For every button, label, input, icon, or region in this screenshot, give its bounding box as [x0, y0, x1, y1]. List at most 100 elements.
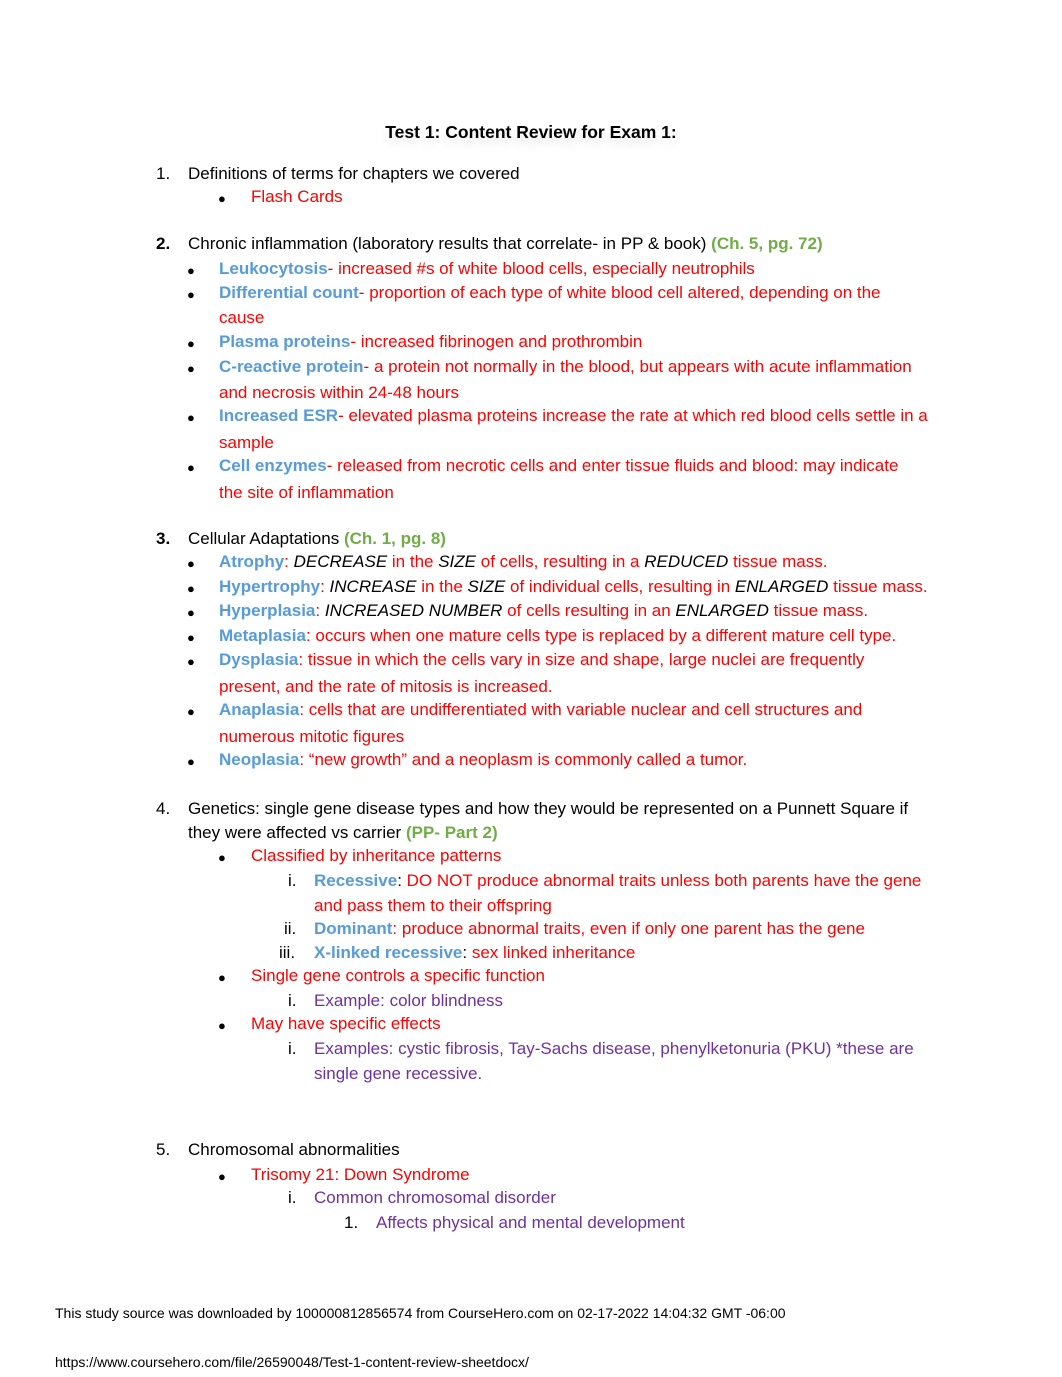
definition: proportion of each type of white blood c… — [369, 283, 881, 302]
section-number: 2. — [156, 234, 171, 253]
emphasis: INCREASED NUMBER — [324, 601, 503, 620]
text-run: tissue mass. — [728, 552, 828, 571]
definition: sex linked inheritance — [471, 943, 636, 962]
text-run: in the — [387, 552, 439, 571]
term: C-reactive protein — [219, 357, 364, 376]
example-item-continued: single gene recessive. — [314, 1064, 483, 1083]
definition: occurs when one mature cells type is rep… — [315, 626, 897, 645]
text-run: tissue mass. — [828, 577, 928, 596]
list-item: Trisomy 21: Down Syndrome — [251, 1165, 470, 1184]
section-heading-line: Cellular Adaptations (Ch. 1, pg. 8) — [188, 527, 446, 550]
list-item: Flash Cards — [251, 187, 343, 206]
definition-continued: cause — [219, 308, 265, 327]
bullet-icon: ● — [187, 460, 195, 475]
section-heading: Definitions of terms for chapters we cov… — [188, 164, 520, 183]
separator: - — [326, 456, 333, 475]
list-item: Atrophy: DECREASE in the SIZE of cells, … — [219, 550, 827, 573]
section-number: 1. — [156, 164, 171, 183]
definition: increased fibrinogen and prothrombin — [360, 332, 643, 351]
section-heading: Chronic inflammation (laboratory results… — [188, 234, 707, 253]
separator: - — [338, 406, 344, 425]
section-number: 3. — [156, 529, 171, 548]
section-heading-continued: they were affected vs carrier — [188, 823, 402, 842]
section-heading: Chromosomal abnormalities — [188, 1140, 400, 1159]
emphasis: REDUCED — [644, 552, 729, 571]
list-item: Hypertrophy: INCREASE in the SIZE of ind… — [219, 575, 928, 598]
example-item: Example: color blindness — [314, 991, 503, 1010]
section-heading: Genetics: single gene disease types and … — [188, 799, 909, 818]
sub-sub-item: Affects physical and mental development — [376, 1213, 685, 1232]
bullet-icon: ● — [187, 287, 195, 302]
text-run: in the — [421, 577, 468, 596]
section-number: 4. — [156, 799, 171, 818]
roman-marker: ii. — [284, 919, 297, 938]
page-title: Test 1: Content Review for Exam 1: — [385, 122, 677, 142]
separator: : — [299, 750, 305, 769]
chapter-reference: (Ch. 5, pg. 72) — [711, 234, 823, 253]
term: Plasma proteins — [219, 332, 351, 351]
sub-item: Common chromosomal disorder — [314, 1188, 556, 1207]
text-run: tissue mass. — [768, 601, 869, 620]
term: Recessive — [314, 871, 398, 890]
section-number: 5. — [156, 1140, 171, 1159]
bullet-icon: ● — [218, 1169, 226, 1184]
section-heading-line: Chronic inflammation (laboratory results… — [188, 232, 823, 255]
definition: “new growth” and a neoplasm is commonly … — [308, 750, 748, 769]
list-item: Single gene controls a specific function — [251, 966, 545, 985]
text-run: of cells resulting in an — [502, 601, 676, 620]
bullet-icon: ● — [218, 970, 226, 985]
separator: : — [305, 626, 311, 645]
sub-item: Recessive: DO NOT produce abnormal trait… — [314, 869, 921, 892]
list-item: May have specific effects — [251, 1014, 441, 1033]
definition-continued: and pass them to their offspring — [314, 896, 552, 915]
term: Metaplasia — [219, 626, 306, 645]
sub-item: Dominant: produce abnormal traits, even … — [314, 917, 865, 940]
definition: a protein not normally in the blood, but… — [373, 357, 912, 376]
separator: : — [299, 700, 305, 719]
definition: produce abnormal traits, even if only on… — [401, 919, 865, 938]
source-url[interactable]: https://www.coursehero.com/file/26590048… — [55, 1351, 529, 1374]
emphasis: SIZE — [438, 552, 477, 571]
download-notice: This study source was downloaded by 1000… — [55, 1305, 786, 1321]
term: Hypertrophy — [219, 577, 321, 596]
bullet-icon: ● — [218, 1018, 226, 1033]
definition: tissue in which the cells vary in size a… — [307, 650, 865, 669]
term: Anaplasia — [219, 700, 300, 719]
roman-marker: i. — [288, 1039, 297, 1058]
term: Neoplasia — [219, 750, 300, 769]
bullet-icon: ● — [187, 263, 195, 278]
list-item: Hyperplasia: INCREASED NUMBER of cells r… — [219, 599, 868, 622]
bullet-icon: ● — [187, 410, 195, 425]
bullet-icon: ● — [187, 704, 195, 719]
list-item: Plasma proteins- increased fibrinogen an… — [219, 330, 642, 353]
definition-continued: sample — [219, 433, 274, 452]
term: X-linked recessive — [314, 943, 463, 962]
term: Dominant — [314, 919, 393, 938]
bullet-icon: ● — [218, 850, 226, 865]
term: Atrophy — [219, 552, 285, 571]
bullet-icon: ● — [187, 556, 195, 571]
roman-marker: iii. — [279, 943, 296, 962]
term: Increased ESR — [219, 406, 339, 425]
term: Differential count — [219, 283, 359, 302]
definition: DO NOT produce abnormal traits unless bo… — [406, 871, 922, 890]
separator: - — [350, 332, 356, 351]
separator: - — [327, 259, 334, 278]
separator: : — [462, 943, 468, 962]
list-item: Increased ESR- elevated plasma proteins … — [219, 404, 928, 427]
definition-continued: the site of inflammation — [219, 483, 394, 502]
emphasis: SIZE — [467, 577, 506, 596]
bullet-icon: ● — [187, 361, 195, 376]
emphasis: ENLARGED — [675, 601, 769, 620]
list-item: Anaplasia: cells that are undifferentiat… — [219, 698, 862, 721]
term: Cell enzymes — [219, 456, 327, 475]
section-heading-line: they were affected vs carrier (PP- Part … — [188, 821, 498, 844]
list-item: Differential count- proportion of each t… — [219, 281, 881, 304]
term: Leukocytosis — [219, 259, 328, 278]
definition: increased #s of white blood cells, espec… — [338, 259, 755, 278]
list-item: Neoplasia: “new growth” and a neoplasm i… — [219, 748, 747, 771]
term: Hyperplasia — [219, 601, 316, 620]
emphasis: INCREASE — [329, 577, 422, 596]
text-run: of individual cells, resulting in — [505, 577, 735, 596]
example-item: Examples: cystic fibrosis, Tay-Sachs dis… — [314, 1039, 914, 1058]
